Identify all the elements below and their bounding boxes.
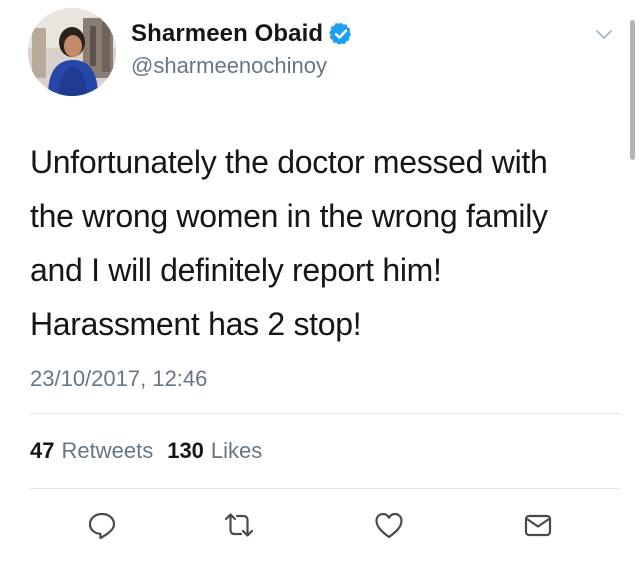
retweet-button[interactable] [219,505,259,545]
tweet-card: Sharmeen Obaid @sharmeenochinoy Unfortun… [0,0,640,567]
scrollbar[interactable] [630,20,635,160]
reply-button[interactable] [82,505,122,545]
avatar[interactable] [28,8,116,96]
profile-photo [28,8,116,96]
user-handle[interactable]: @sharmeenochinoy [131,53,327,79]
reply-icon [88,512,116,540]
tweet-text-line: and I will definitely report him! [30,252,442,288]
chevron-down-icon[interactable] [594,24,614,44]
direct-message-icon [524,514,552,537]
verified-badge-icon [329,22,353,46]
action-bar [0,505,640,549]
retweet-icon [224,513,254,537]
timestamp[interactable]: 23/10/2017, 12:46 [30,366,207,392]
tweet-text-line: Harassment has 2 stop! [30,306,362,342]
display-name[interactable]: Sharmeen Obaid [131,20,323,48]
retweets-label[interactable]: Retweets [61,438,153,464]
tweet-text-line: Unfortunately the doctor messed with [30,144,548,180]
like-button[interactable] [369,505,409,545]
divider [30,413,620,414]
name-row: Sharmeen Obaid [131,20,353,48]
engagement-stats: 47 Retweets 130 Likes [30,438,276,464]
likes-count[interactable]: 130 [167,438,204,464]
retweets-count[interactable]: 47 [30,438,54,464]
tweet-text-line: the wrong women in the wrong family [30,198,548,234]
direct-message-button[interactable] [518,505,558,545]
likes-label[interactable]: Likes [211,438,262,464]
divider [30,488,620,489]
tweet-text: Unfortunately the doctor messed with the… [30,135,620,351]
like-icon [375,512,403,539]
